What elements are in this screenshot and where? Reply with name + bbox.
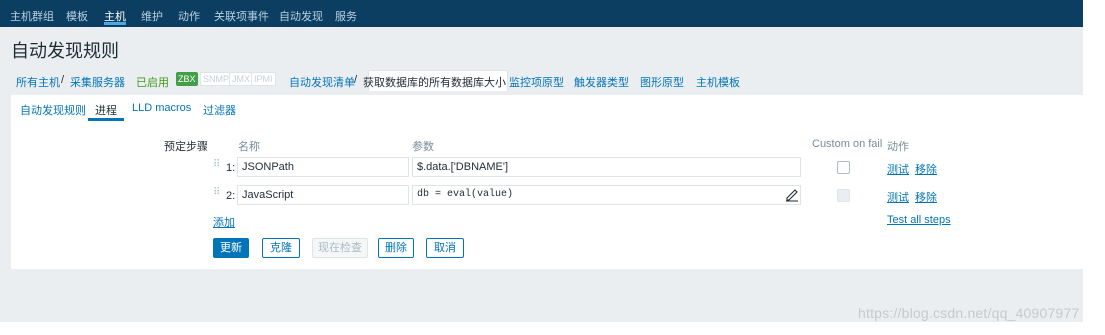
delete-button[interactable]: 删除 [378,238,414,258]
preprocessing-panel: 预定步骤 名称 参数 Custom on fail 动作 ⠿ 1: JSONPa… [11,121,1083,269]
nav-item-maintenance[interactable]: 维护 [141,8,163,24]
breadcrumb-current-rule: 获取数据库的所有数据库大小 [363,77,506,89]
test-all-steps-link[interactable]: Test all steps [887,214,951,226]
update-button[interactable]: 更新 [213,238,249,258]
custom-on-fail-checkbox [837,189,850,202]
clone-button[interactable]: 克隆 [262,238,300,258]
step-number: 2: [226,190,236,202]
tab-lld-macros[interactable]: LLD macros [132,102,191,114]
column-header-name: 名称 [238,141,260,153]
top-navigation: 主机群组 模板 主机 维护 动作 关联项事件 自动发现 服务 [0,0,1083,27]
drag-handle-icon[interactable]: ⠿ [213,160,220,175]
breadcrumb-all-hosts[interactable]: 所有主机 [16,74,60,90]
snmp-badge: SNMP [200,72,233,86]
nav-item-services[interactable]: 服务 [335,8,357,24]
preprocessing-label: 预定步骤 [164,141,208,153]
custom-on-fail-checkbox[interactable] [837,161,850,174]
page-title: 自动发现规则 [11,41,119,61]
nav-item-event-correlation[interactable]: 关联项事件 [214,8,269,24]
breadcrumb-separator: / [354,74,358,86]
nav-item-host-groups[interactable]: 主机群组 [10,8,54,24]
page-background: 主机群组 模板 主机 维护 动作 关联项事件 自动发现 服务 自动发现规则 所有… [0,0,1083,322]
remove-step-link[interactable]: 移除 [915,161,937,177]
remove-step-link[interactable]: 移除 [915,189,937,205]
step-param-input[interactable]: $.data.['DBNAME'] [412,157,801,177]
column-header-params: 参数 [412,141,434,153]
nav-active-indicator [104,22,126,25]
breadcrumb-item-prototypes[interactable]: 监控项原型 [509,74,564,90]
test-step-link[interactable]: 测试 [887,189,909,205]
breadcrumb-trigger-types[interactable]: 触发器类型 [574,74,629,90]
step-number: 1: [226,162,236,174]
step-type-select[interactable]: JSONPath [237,157,409,177]
breadcrumb-host-templates[interactable]: 主机模板 [696,74,740,90]
drag-handle-icon[interactable]: ⠿ [213,188,220,203]
nav-item-templates[interactable]: 模板 [66,8,88,24]
column-header-custom-on-fail: Custom on fail [812,138,883,150]
zbx-badge: ZBX [176,72,198,86]
add-step-link[interactable]: 添加 [213,214,235,230]
cancel-button[interactable]: 取消 [426,238,464,258]
edit-pencil-icon[interactable] [784,186,800,202]
breadcrumb-discovery-list[interactable]: 自动发现清单 [289,74,355,90]
form-tabs: 自动发现规则 进程 LLD macros 过滤器 [11,95,1083,122]
tab-discovery-rule[interactable]: 自动发现规则 [20,102,86,118]
test-step-link[interactable]: 测试 [887,161,909,177]
step-param-input[interactable]: db = eval(value) [412,185,801,205]
tab-filters[interactable]: 过滤器 [203,102,236,118]
breadcrumb-graph-prototypes[interactable]: 图形原型 [640,74,684,90]
nav-item-actions[interactable]: 动作 [178,8,200,24]
breadcrumb-separator: / [61,74,65,86]
tab-preprocessing[interactable]: 进程 [95,102,117,118]
column-header-actions: 动作 [887,141,909,153]
breadcrumb-host[interactable]: 采集服务器 [70,74,125,90]
status-enabled[interactable]: 已启用 [136,74,169,90]
ipmi-badge: IPMI [251,72,276,86]
check-now-button: 现在检查 [312,238,368,258]
watermark: https://blog.csdn.net/qq_40907977 [858,305,1080,321]
breadcrumb: 所有主机 / 采集服务器 已启用 ZBX SNMP JMX IPMI 自动发现清… [11,70,1083,91]
jmx-badge: JMX [229,72,253,86]
nav-item-discovery[interactable]: 自动发现 [279,8,323,24]
step-type-select[interactable]: JavaScript [237,185,409,205]
